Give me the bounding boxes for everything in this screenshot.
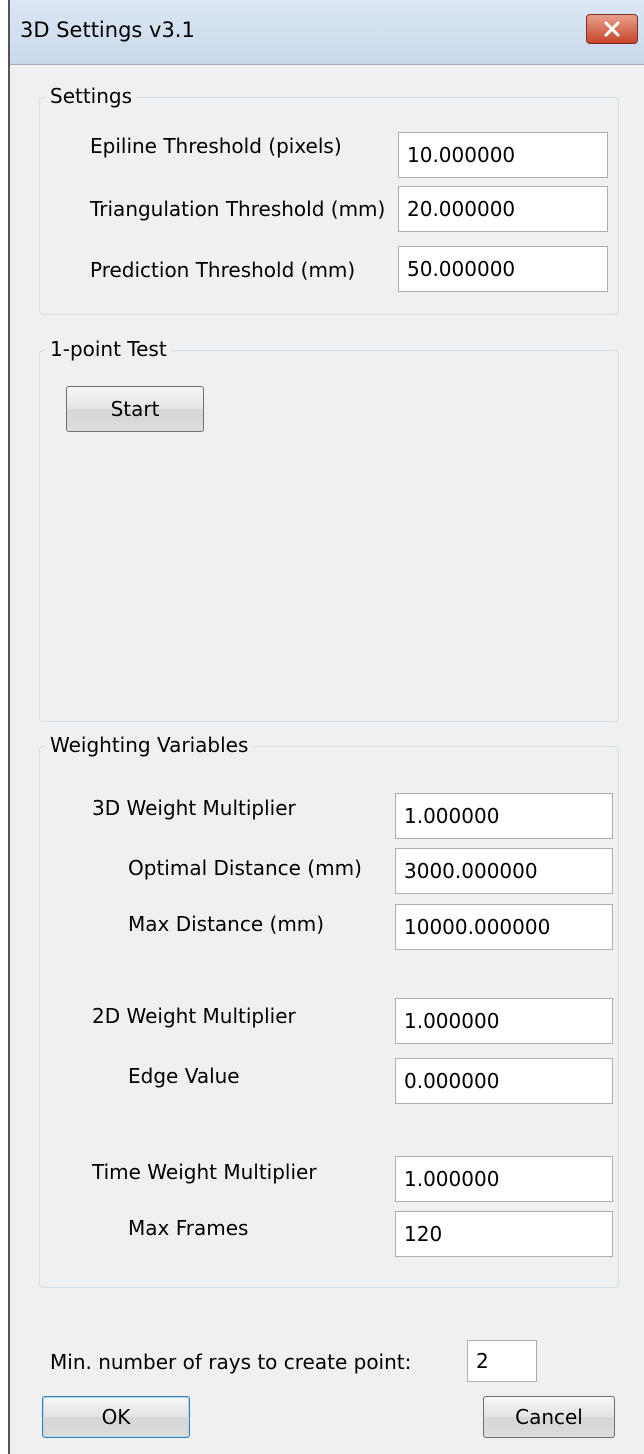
max-frames-label: Max Frames [128, 1216, 249, 1240]
title-bar[interactable]: 3D Settings v3.1 [10, 0, 644, 65]
settings-group-title: Settings [46, 84, 137, 108]
edge-value-label: Edge Value [128, 1064, 240, 1088]
one-point-test-group-title: 1-point Test [46, 337, 171, 361]
background-edge [0, 0, 8, 1454]
start-button[interactable]: Start [66, 386, 204, 432]
edge-value-input[interactable]: 0.000000 [395, 1058, 613, 1104]
prediction-threshold-label: Prediction Threshold (mm) [90, 258, 356, 282]
optimal-distance-label: Optimal Distance (mm) [128, 856, 362, 880]
optimal-distance-input[interactable]: 3000.000000 [395, 848, 613, 894]
weight-2d-multiplier-label: 2D Weight Multiplier [92, 1004, 296, 1028]
min-rays-input[interactable]: 2 [467, 1340, 537, 1382]
time-weight-multiplier-input[interactable]: 1.000000 [395, 1156, 613, 1202]
close-button[interactable] [586, 14, 638, 44]
time-weight-multiplier-label: Time Weight Multiplier [92, 1160, 317, 1184]
triangulation-threshold-input[interactable]: 20.000000 [398, 186, 608, 232]
ok-button[interactable]: OK [42, 1396, 190, 1438]
triangulation-threshold-label: Triangulation Threshold (mm) [90, 197, 386, 221]
min-rays-label: Min. number of rays to create point: [50, 1350, 412, 1374]
max-distance-input[interactable]: 10000.000000 [395, 904, 613, 950]
epiline-threshold-input[interactable]: 10.000000 [398, 132, 608, 178]
epiline-threshold-label: Epiline Threshold (pixels) [90, 134, 342, 158]
weight-3d-multiplier-label: 3D Weight Multiplier [92, 796, 296, 820]
close-icon [604, 21, 620, 37]
max-distance-label: Max Distance (mm) [128, 912, 325, 936]
cancel-button[interactable]: Cancel [483, 1396, 615, 1438]
prediction-threshold-input[interactable]: 50.000000 [398, 246, 608, 292]
dialog-window: 3D Settings v3.1 Settings Epiline Thresh… [8, 0, 644, 1454]
weighting-variables-group-title: Weighting Variables [46, 733, 253, 757]
weight-2d-multiplier-input[interactable]: 1.000000 [395, 998, 613, 1044]
window-title: 3D Settings v3.1 [20, 18, 195, 42]
max-frames-input[interactable]: 120 [395, 1211, 613, 1257]
weight-3d-multiplier-input[interactable]: 1.000000 [395, 793, 613, 839]
